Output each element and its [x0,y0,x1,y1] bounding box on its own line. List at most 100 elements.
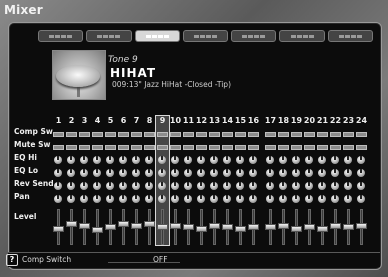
pan-knob[interactable] [236,195,244,203]
eq-hi-knob[interactable] [210,156,218,164]
level-fader[interactable] [278,222,289,229]
channel-strip[interactable]: 6 [117,116,130,245]
comp-switch[interactable] [170,132,181,137]
level-fader[interactable] [304,224,315,230]
channel-strip[interactable]: 5 [104,116,117,245]
rev-send-knob[interactable] [305,182,313,190]
level-fader[interactable] [196,225,207,232]
comp-switch[interactable] [330,132,341,137]
rev-send-knob[interactable] [80,182,88,190]
pan-knob[interactable] [80,195,88,203]
eq-lo-knob[interactable] [223,169,231,177]
mute-switch[interactable] [235,145,246,150]
page-tab[interactable] [279,30,325,42]
channel-strip[interactable]: 18 [277,116,290,245]
mute-switch[interactable] [66,145,77,150]
channel-strip[interactable]: 8 [143,116,156,245]
eq-hi-knob[interactable] [67,156,75,164]
eq-hi-knob[interactable] [357,156,365,164]
level-fader[interactable] [343,224,354,230]
channel-strip[interactable]: 2 [65,116,78,245]
rev-send-knob[interactable] [279,182,287,190]
comp-switch[interactable] [157,132,168,137]
level-fader[interactable] [248,224,259,230]
mute-switch[interactable] [343,145,354,150]
rev-send-knob[interactable] [67,182,75,190]
pan-knob[interactable] [171,195,179,203]
comp-switch[interactable] [248,132,259,137]
level-fader[interactable] [222,224,233,230]
rev-send-knob[interactable] [132,182,140,190]
page-tab[interactable] [182,30,229,42]
rev-send-knob[interactable] [357,182,365,190]
level-fader[interactable] [235,225,246,232]
eq-lo-knob[interactable] [292,169,300,177]
rev-send-knob[interactable] [266,182,274,190]
channel-strip[interactable]: 11 [182,116,195,245]
pan-knob[interactable] [145,195,153,203]
eq-lo-knob[interactable] [80,169,88,177]
comp-switch[interactable] [265,132,276,137]
pan-knob[interactable] [249,195,257,203]
channel-strip[interactable]: 16 [247,116,260,245]
pan-knob[interactable] [106,195,114,203]
mute-switch[interactable] [79,145,90,150]
rev-send-knob[interactable] [145,182,153,190]
pan-knob[interactable] [318,195,326,203]
eq-lo-knob[interactable] [305,169,313,177]
channel-strip[interactable]: 24 [355,116,368,245]
channel-strip[interactable]: 1 [52,116,65,245]
comp-switch[interactable] [209,132,220,137]
channel-strip[interactable]: 12 [195,116,208,245]
mute-switch[interactable] [222,145,233,150]
eq-lo-knob[interactable] [357,169,365,177]
channel-strip[interactable]: 13 [208,116,221,245]
page-tab[interactable] [231,30,277,42]
eq-lo-knob[interactable] [318,169,326,177]
eq-hi-knob[interactable] [223,156,231,164]
eq-hi-knob[interactable] [119,156,127,164]
mute-switch[interactable] [118,145,129,150]
rev-send-knob[interactable] [54,182,62,190]
page-tab[interactable] [86,30,132,42]
page-tab[interactable] [327,30,373,42]
eq-lo-knob[interactable] [279,169,287,177]
mute-switch[interactable] [356,145,367,150]
eq-hi-knob[interactable] [106,156,114,164]
eq-lo-knob[interactable] [93,169,101,177]
mute-switch[interactable] [278,145,289,150]
help-icon[interactable]: ? [6,254,18,266]
mute-switch[interactable] [317,145,328,150]
rev-send-knob[interactable] [210,182,218,190]
comp-switch[interactable] [66,132,77,137]
eq-lo-knob[interactable] [158,169,166,177]
channel-strip[interactable]: 4 [91,116,104,245]
comp-switch[interactable] [118,132,129,137]
channel-strip[interactable]: 21 [316,116,329,245]
pan-knob[interactable] [210,195,218,203]
eq-hi-knob[interactable] [279,156,287,164]
channel-strip[interactable]: 15 [234,116,247,245]
eq-lo-knob[interactable] [67,169,75,177]
comp-switch[interactable] [79,132,90,137]
rev-send-knob[interactable] [106,182,114,190]
comp-switch[interactable] [304,132,315,137]
rev-send-knob[interactable] [236,182,244,190]
eq-hi-knob[interactable] [331,156,339,164]
eq-hi-knob[interactable] [93,156,101,164]
channel-strip[interactable]: 19 [290,116,303,245]
comp-switch[interactable] [53,132,64,137]
eq-hi-knob[interactable] [236,156,244,164]
channel-strip[interactable]: 23 [342,116,355,245]
level-fader[interactable] [105,224,116,230]
eq-lo-knob[interactable] [210,169,218,177]
eq-lo-knob[interactable] [106,169,114,177]
mute-switch[interactable] [304,145,315,150]
eq-hi-knob[interactable] [158,156,166,164]
rev-send-knob[interactable] [331,182,339,190]
mute-switch[interactable] [209,145,220,150]
mute-switch[interactable] [144,145,155,150]
eq-hi-knob[interactable] [344,156,352,164]
rev-send-knob[interactable] [223,182,231,190]
eq-lo-knob[interactable] [54,169,62,177]
